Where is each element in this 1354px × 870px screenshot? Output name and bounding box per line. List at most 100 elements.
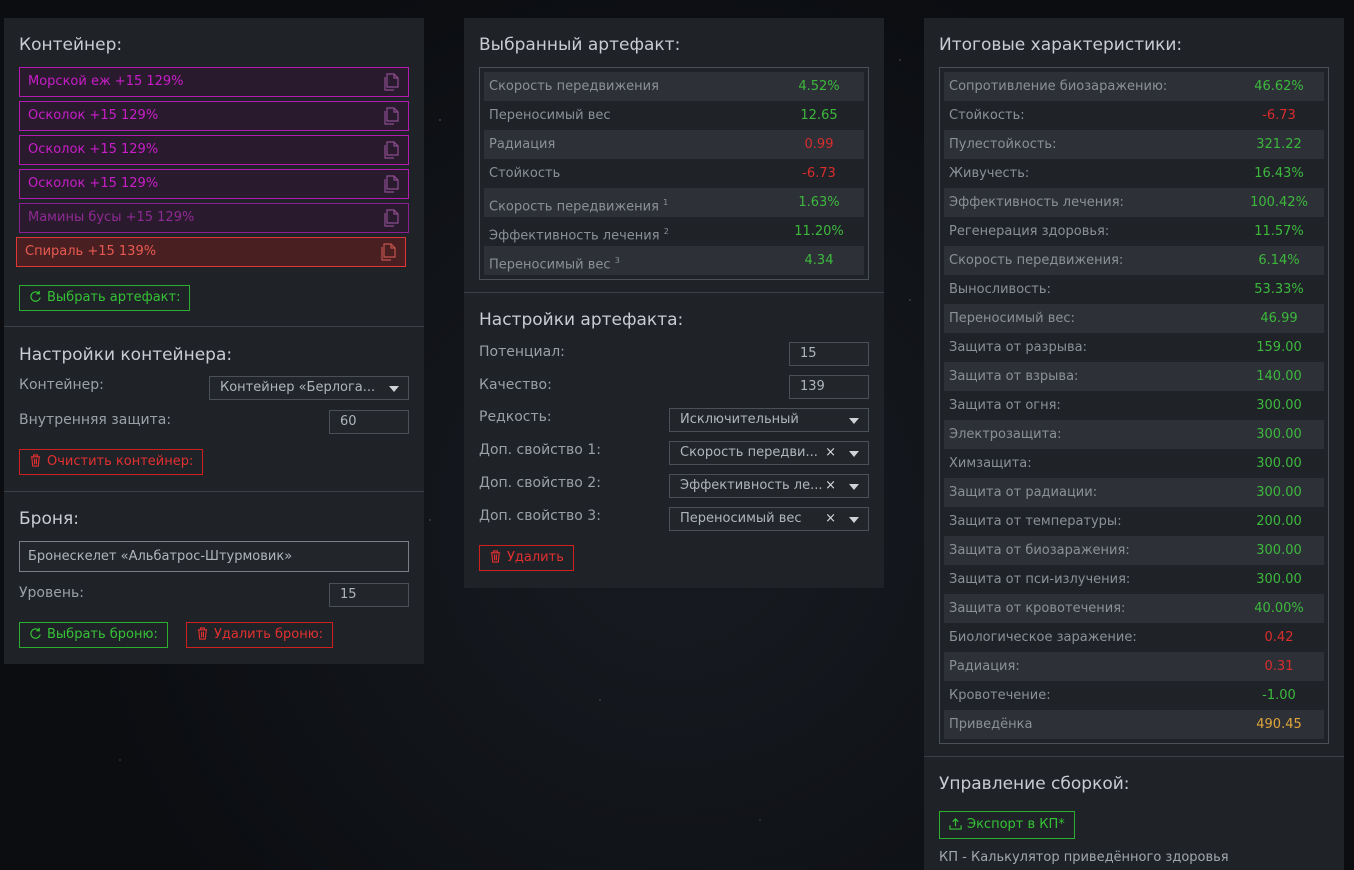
totals-panel: Итоговые характеристики: Сопротивление б… <box>924 18 1344 870</box>
selected-artifact-panel: Выбранный артефакт: Скорость передвижени… <box>464 18 884 588</box>
copy-icon[interactable] <box>382 107 400 125</box>
copy-icon[interactable] <box>379 243 397 261</box>
stat-value: 490.45 <box>1256 717 1302 732</box>
extra-prop-2-label: Доп. свойство 2: <box>479 475 601 491</box>
potential-input[interactable]: 15 <box>789 342 869 366</box>
stat-row: Скорость передвижения: 6.14% <box>944 246 1324 275</box>
stat-row: Скорость передвижения 4.52% <box>484 72 864 101</box>
stat-row: Кровотечение: -1.00 <box>944 681 1324 710</box>
stat-name: Защита от температуры: <box>949 514 1122 529</box>
stat-row: Эффективность лечения: 100.42% <box>944 188 1324 217</box>
container-settings-title: Настройки контейнера: <box>19 345 233 365</box>
stat-name: Регенерация здоровья: <box>949 224 1110 239</box>
selected-artifact-title: Выбранный артефакт: <box>479 35 681 55</box>
stat-name: Выносливость: <box>949 282 1051 297</box>
stat-name: Кровотечение: <box>949 688 1051 703</box>
clear-icon[interactable]: × <box>825 508 836 530</box>
clear-icon[interactable]: × <box>825 442 836 464</box>
stat-value: 159.00 <box>1256 340 1302 355</box>
upload-icon <box>949 818 962 830</box>
stat-name: Переносимый вес: <box>949 311 1075 326</box>
clear-container-label: Очистить контейнер: <box>47 454 194 469</box>
extra-prop-2-select[interactable]: Эффективность ле... × <box>669 474 869 498</box>
stat-name: Защита от взрыва: <box>949 369 1079 384</box>
artifact-slot-3[interactable]: Осколок +15 129% <box>19 135 409 165</box>
stat-value: -1.00 <box>1262 688 1296 703</box>
stat-value: 6.14% <box>1258 253 1300 268</box>
extra-prop-1-select[interactable]: Скорость передви... × <box>669 441 869 465</box>
artifact-slot-5[interactable]: Мамины бусы +15 129% <box>19 203 409 233</box>
divider <box>924 756 1344 757</box>
refresh-icon <box>30 290 41 302</box>
extra-prop-3-label: Доп. свойство 3: <box>479 508 601 524</box>
chevron-down-icon <box>389 386 399 392</box>
potential-label: Потенциал: <box>479 344 565 360</box>
stat-name: Пулестойкость: <box>949 137 1057 152</box>
inner-protection-input[interactable]: 60 <box>329 410 409 434</box>
select-artifact-button[interactable]: Выбрать артефакт: <box>19 285 191 311</box>
stat-value: 1.63% <box>798 195 840 210</box>
armor-field[interactable]: Бронескелет «Альбатрос-Штурмовик» <box>19 541 409 572</box>
export-label: Экспорт в КП* <box>967 817 1065 832</box>
delete-armor-button[interactable]: Удалить броню: <box>186 622 334 648</box>
stat-value: 4.34 <box>804 253 834 268</box>
divider <box>4 326 424 327</box>
artifact-slot-1[interactable]: Морской еж +15 129% <box>19 67 409 97</box>
stat-value: 100.42% <box>1250 195 1308 210</box>
stat-row: Защита от огня: 300.00 <box>944 391 1324 420</box>
stat-value: 300.00 <box>1256 398 1302 413</box>
delete-artifact-button[interactable]: Удалить <box>479 545 574 571</box>
extra-prop-3-select[interactable]: Переносимый вес × <box>669 507 869 531</box>
quality-input[interactable]: 139 <box>789 375 869 399</box>
export-button[interactable]: Экспорт в КП* <box>939 811 1075 839</box>
stat-value: 12.65 <box>800 108 838 123</box>
stat-value: 300.00 <box>1256 427 1302 442</box>
stat-value: 0.42 <box>1264 630 1294 645</box>
copy-icon[interactable] <box>382 141 400 159</box>
stat-row: Стойкость: -6.73 <box>944 101 1324 130</box>
copy-icon[interactable] <box>382 209 400 227</box>
stat-row: Регенерация здоровья: 11.57% <box>944 217 1324 246</box>
container-select[interactable]: Контейнер «Берлога... <box>209 376 409 400</box>
stat-value: 16.43% <box>1254 166 1304 181</box>
select-armor-button[interactable]: Выбрать броню: <box>19 622 168 648</box>
stat-row: Сопротивление биозаражению: 46.62% <box>944 72 1324 101</box>
clear-container-button[interactable]: Очистить контейнер: <box>19 449 204 475</box>
artifact-slot-6-selected[interactable]: Спираль +15 139% <box>16 237 406 267</box>
extra-prop-1-value: Скорость передви... <box>680 445 818 460</box>
select-artifact-label: Выбрать артефакт: <box>47 290 181 305</box>
stat-value: 0.99 <box>804 137 834 152</box>
artifact-label: Осколок +15 129% <box>28 176 159 191</box>
stat-value: 46.99 <box>1260 311 1298 326</box>
armor-level-input[interactable]: 15 <box>329 583 409 607</box>
stat-name: Электрозащита: <box>949 427 1062 442</box>
totals-title: Итоговые характеристики: <box>939 35 1183 55</box>
stat-value: 0.31 <box>1264 659 1294 674</box>
stat-row: Защита от разрыва: 159.00 <box>944 333 1324 362</box>
stat-row: Защита от биозаражения: 300.00 <box>944 536 1324 565</box>
stat-name: Защита от разрыва: <box>949 340 1087 355</box>
stat-name: Радиация <box>489 137 556 152</box>
rarity-select[interactable]: Исключительный <box>669 408 869 432</box>
artifact-slot-4[interactable]: Осколок +15 129% <box>19 169 409 199</box>
stat-value: 4.52% <box>798 79 840 94</box>
clear-icon[interactable]: × <box>825 475 836 497</box>
stat-row: Скорость передвижения 1 1.63% <box>484 188 864 217</box>
artifact-label: Спираль +15 139% <box>25 244 157 259</box>
select-armor-label: Выбрать броню: <box>47 627 158 642</box>
stat-name: Защита от пси-излучения: <box>949 572 1131 587</box>
copy-icon[interactable] <box>382 175 400 193</box>
artifact-slot-2[interactable]: Осколок +15 129% <box>19 101 409 131</box>
armor-title: Броня: <box>19 509 79 529</box>
artifact-label: Морской еж +15 129% <box>28 74 184 89</box>
stat-row: Выносливость: 53.33% <box>944 275 1324 304</box>
container-title: Контейнер: <box>19 35 123 55</box>
trash-icon <box>490 550 501 563</box>
stat-name: Переносимый вес 3 <box>489 256 620 273</box>
copy-icon[interactable] <box>382 73 400 91</box>
quality-label: Качество: <box>479 377 552 393</box>
stat-value: 300.00 <box>1256 456 1302 471</box>
stat-name: Защита от огня: <box>949 398 1061 413</box>
trash-icon <box>30 454 41 467</box>
stat-name: Живучесть: <box>949 166 1030 181</box>
